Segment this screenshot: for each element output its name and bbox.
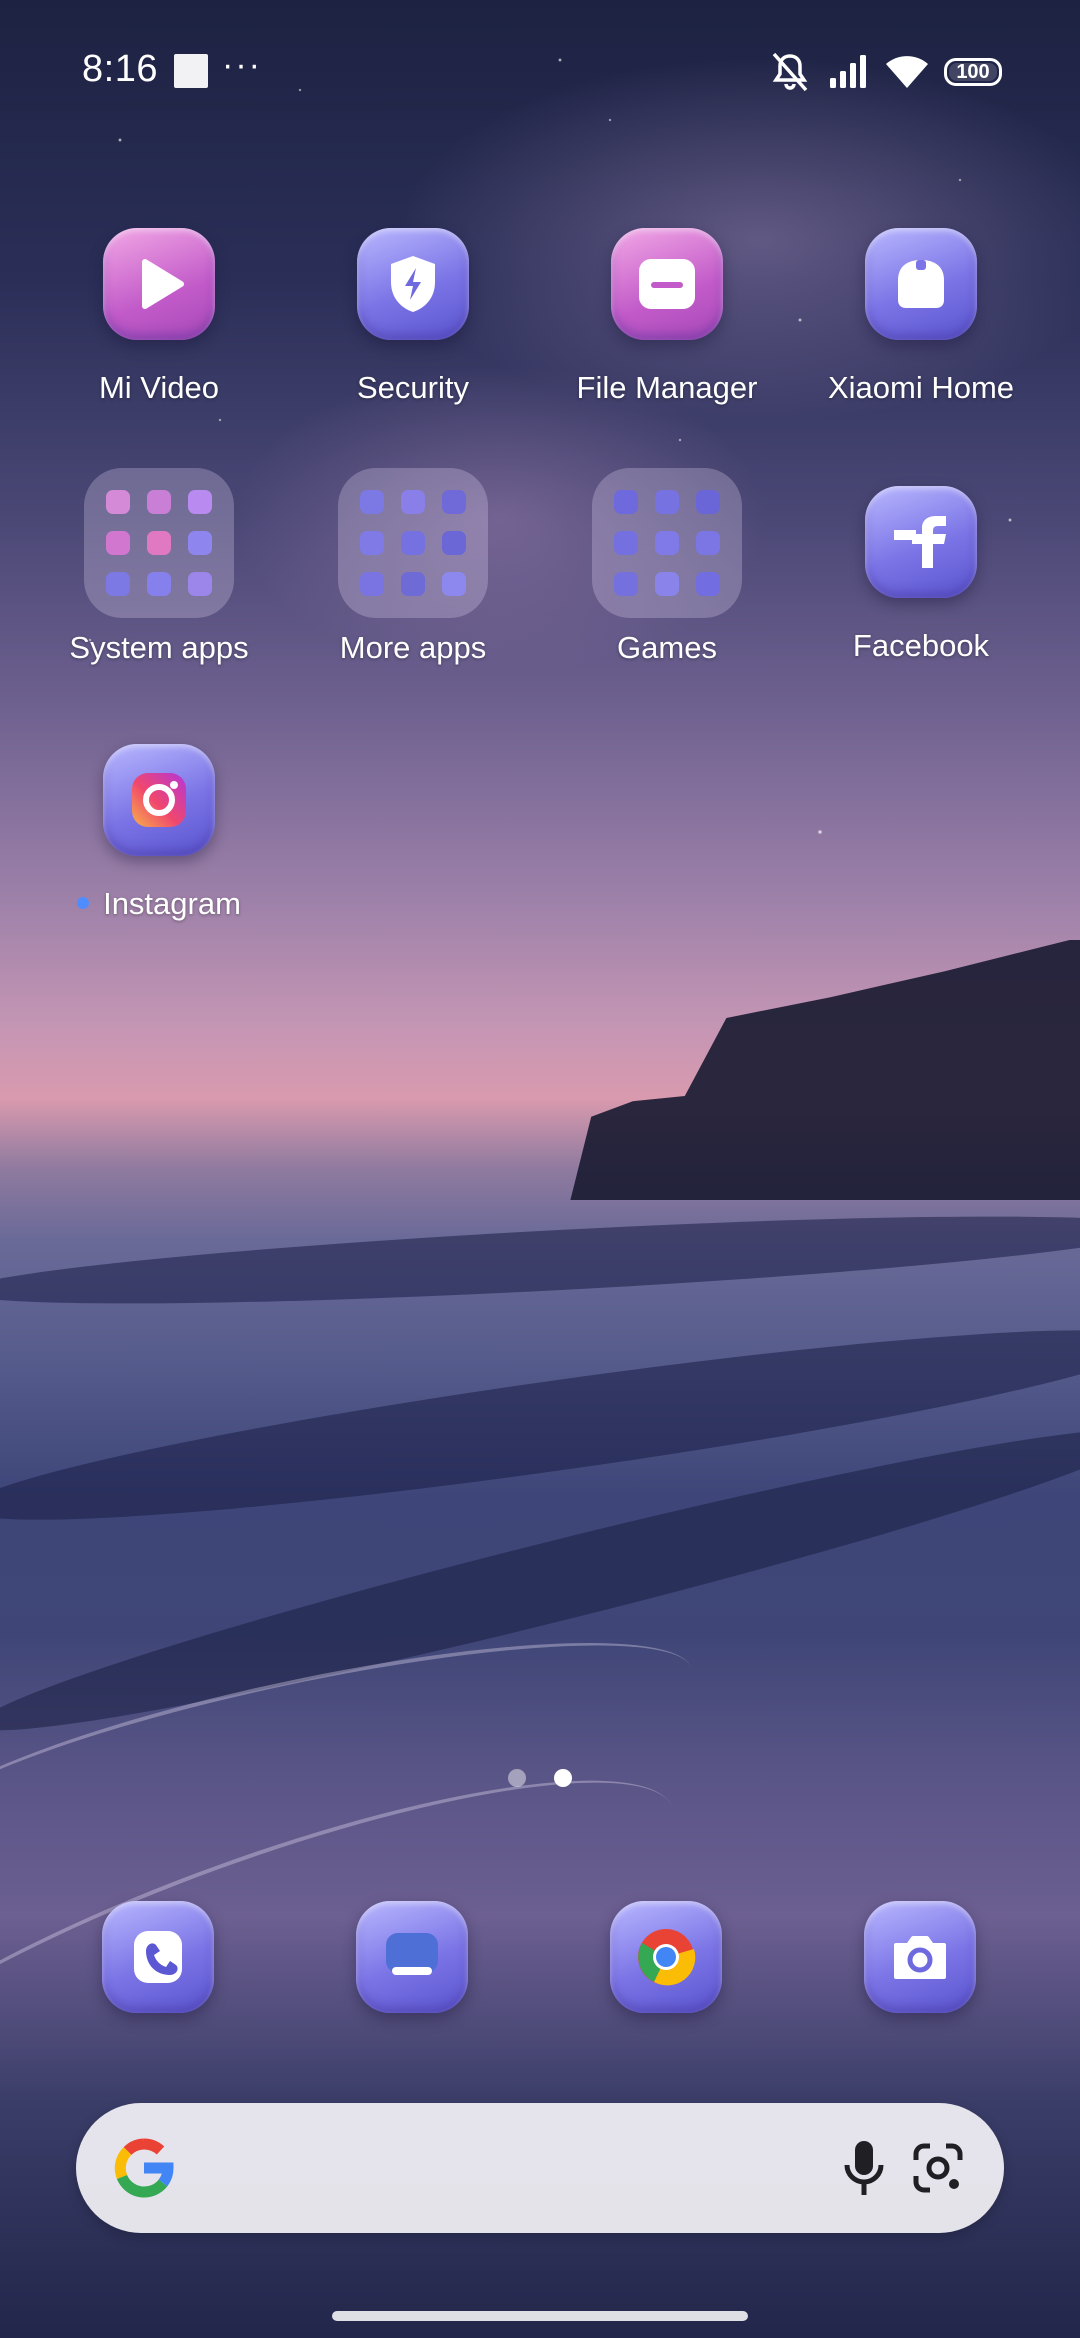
app-label: More apps (339, 630, 487, 665)
facebook-icon (865, 486, 977, 598)
battery-level: 100 (956, 60, 990, 83)
new-indicator-dot (77, 896, 90, 909)
phone-icon[interactable] (102, 1901, 214, 2013)
notification-icon (174, 54, 208, 88)
app-label: Security (357, 370, 469, 405)
shield-bolt-icon (357, 228, 469, 340)
app-xiaomi-home[interactable]: Xiaomi Home (796, 228, 1046, 406)
app-label: Instagram (34, 886, 284, 922)
status-time: 8:16 (82, 48, 158, 90)
page-indicator[interactable] (0, 1769, 1080, 1787)
notifications-off-icon (772, 52, 808, 92)
app-label: File Manager (576, 370, 758, 405)
page-dot-active[interactable] (554, 1769, 572, 1787)
home-screen: 8:16 ··· 100 Mi Video Security File Mana… (0, 0, 1080, 2338)
google-search-bar[interactable] (76, 2103, 1004, 2233)
app-security[interactable]: Security (288, 228, 538, 406)
folder-icon (84, 468, 234, 618)
folder-games[interactable]: Games (542, 468, 792, 666)
app-label: Xiaomi Home (827, 370, 1015, 405)
folder-icon (611, 228, 723, 340)
chrome-icon[interactable] (610, 1901, 722, 2013)
more-notifications-icon: ··· (222, 46, 262, 84)
mic-icon (844, 2141, 884, 2195)
home-indicator[interactable] (332, 2311, 748, 2321)
app-label: Games (617, 630, 717, 665)
app-mi-video[interactable]: Mi Video (34, 228, 284, 406)
lens-icon (913, 2143, 963, 2193)
folder-system-apps[interactable]: System apps (34, 468, 284, 666)
status-bar: 8:16 ··· 100 (0, 0, 1080, 140)
play-icon (103, 228, 215, 340)
app-label: Mi Video (98, 370, 220, 405)
lens-button[interactable] (904, 2134, 972, 2202)
app-label: System apps (69, 630, 249, 665)
folder-icon (592, 468, 742, 618)
battery-icon: 100 (944, 58, 1002, 86)
app-file-manager[interactable]: File Manager (542, 228, 792, 406)
instagram-icon (103, 744, 215, 856)
mic-button[interactable] (830, 2134, 898, 2202)
app-instagram[interactable]: Instagram (34, 744, 284, 922)
google-logo-icon (114, 2138, 174, 2198)
app-label: Facebook (852, 628, 990, 663)
message-icon[interactable] (356, 1901, 468, 2013)
app-facebook[interactable]: Facebook (796, 486, 1046, 664)
folder-more-apps[interactable]: More apps (288, 468, 538, 666)
home-device-icon (865, 228, 977, 340)
camera-icon[interactable] (864, 1901, 976, 2013)
page-dot[interactable] (508, 1769, 526, 1787)
wifi-icon (886, 56, 928, 88)
folder-icon (338, 468, 488, 618)
signal-icon (830, 55, 866, 88)
